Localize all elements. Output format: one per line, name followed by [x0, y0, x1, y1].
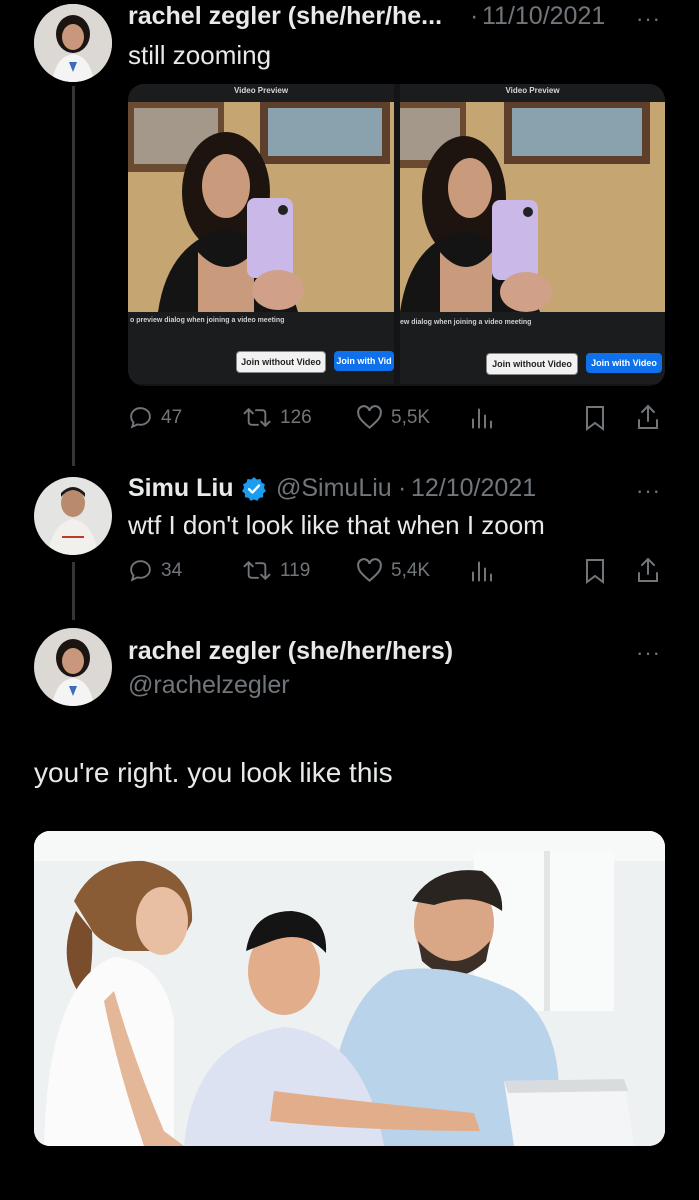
more-options-icon[interactable]: ···: [636, 6, 661, 32]
repost-count: 126: [280, 406, 312, 428]
display-name[interactable]: rachel zegler (she/her/hers): [128, 637, 453, 666]
views-icon: [472, 561, 492, 582]
avatar-image: [34, 477, 112, 555]
handle[interactable]: @rachelzegler: [128, 671, 290, 700]
like-count: 5,5K: [391, 406, 431, 428]
views-button[interactable]: [470, 558, 502, 583]
thread-line: [72, 562, 75, 620]
more-options-icon[interactable]: ···: [636, 640, 661, 666]
avatar-image: [34, 4, 112, 82]
like-button[interactable]: 5,4K: [356, 558, 430, 583]
tweet-text: wtf I don't look like that when I zoom: [128, 510, 545, 540]
share-button[interactable]: [636, 557, 668, 583]
tweet-date[interactable]: 12/10/2021: [411, 474, 536, 503]
repost-button[interactable]: 126: [242, 405, 312, 430]
handle[interactable]: @SimuLiu: [276, 474, 392, 503]
webcam-image: [128, 102, 394, 312]
preview-caption: o preview dialog when joining a video me…: [130, 317, 285, 324]
avatar[interactable]: [34, 4, 112, 82]
bookmark-icon: [586, 559, 604, 584]
avatar[interactable]: [34, 628, 112, 706]
reply-button[interactable]: 47: [128, 405, 182, 430]
reply-count: 47: [161, 406, 183, 428]
repost-count: 119: [280, 559, 311, 581]
reply-count: 34: [161, 559, 183, 581]
avatar[interactable]: [34, 477, 112, 555]
reply-button[interactable]: 34: [128, 558, 182, 583]
display-name[interactable]: rachel zegler (she/her/he...: [128, 2, 442, 31]
tweet-date[interactable]: 11/10/2021: [482, 2, 605, 31]
separator: ·: [470, 2, 479, 30]
join-with-video-button[interactable]: Join with Vid: [334, 351, 394, 371]
join-without-video-button[interactable]: Join without Video: [236, 351, 326, 373]
preview-caption: ew dialog when joining a video meeting: [400, 319, 532, 326]
share-icon: [638, 557, 658, 582]
reply-icon: [130, 560, 151, 582]
tweet-media[interactable]: [34, 831, 665, 1146]
webcam-image: [400, 102, 665, 312]
zoom-preview-right: Video Preview ew dialog when joining a v…: [400, 84, 665, 384]
join-without-video-button[interactable]: Join without Video: [486, 353, 578, 375]
views-button[interactable]: [470, 405, 502, 430]
tweet-timestamp-partial: [34, 1186, 41, 1200]
share-button[interactable]: [636, 404, 668, 430]
zoom-title: Video Preview: [233, 86, 289, 95]
reply-icon: [130, 407, 151, 429]
tweet-text: still zooming: [128, 40, 272, 70]
heart-icon: [357, 558, 382, 582]
join-with-video-button[interactable]: Join with Video: [586, 353, 662, 373]
like-button[interactable]: 5,5K: [356, 405, 430, 430]
stock-photo: [34, 831, 665, 1146]
display-name[interactable]: Simu Liu: [128, 474, 234, 503]
tweet-text: you're right. you look like this: [34, 757, 393, 788]
repost-icon: [243, 561, 271, 580]
bookmark-button[interactable]: [583, 558, 615, 584]
heart-icon: [357, 405, 382, 429]
avatar-image: [34, 628, 112, 706]
share-icon: [638, 404, 658, 429]
bookmark-button[interactable]: [583, 405, 615, 431]
like-count: 5,4K: [391, 559, 431, 581]
tweet-media[interactable]: Video Preview o preview dialog when join…: [128, 84, 665, 386]
bookmark-icon: [586, 406, 604, 431]
zoom-preview-left: Video Preview o preview dialog when join…: [128, 84, 394, 384]
zoom-title: Video Preview: [505, 86, 560, 95]
thread-line: [72, 86, 75, 466]
repost-button[interactable]: 119: [242, 558, 310, 583]
separator: ·: [398, 474, 407, 502]
more-options-icon[interactable]: ···: [636, 478, 661, 504]
verified-badge-icon: [242, 477, 266, 501]
views-icon: [472, 408, 492, 429]
repost-icon: [243, 408, 271, 427]
